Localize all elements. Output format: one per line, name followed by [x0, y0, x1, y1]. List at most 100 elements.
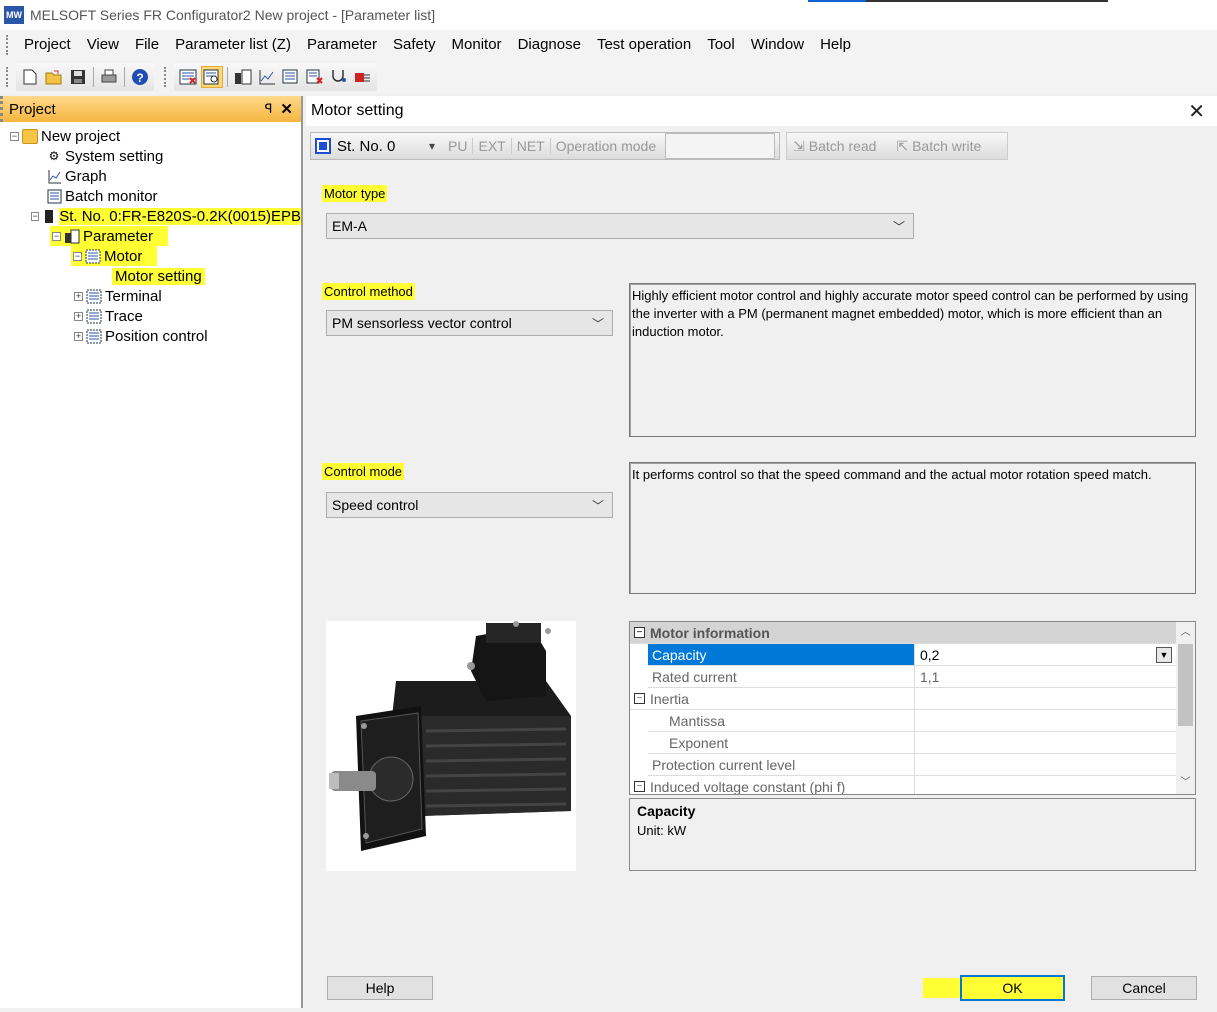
- parameter-folder-icon: [64, 229, 80, 244]
- tree-label: Terminal: [105, 287, 162, 305]
- chevron-down-icon[interactable]: ▾: [429, 139, 435, 153]
- mode-pu: PU: [443, 138, 474, 154]
- tree-node-graph[interactable]: Graph: [0, 166, 301, 186]
- save-icon[interactable]: [67, 66, 89, 88]
- project-tree: − New project ⚙ System setting Graph Bat…: [0, 122, 301, 346]
- collapse-icon[interactable]: −: [73, 251, 82, 261]
- grid-row-name: Mantissa: [669, 712, 726, 729]
- collapse-icon[interactable]: −: [10, 131, 19, 141]
- close-panel-icon[interactable]: ✕: [280, 100, 293, 118]
- graph-icon: [46, 169, 62, 184]
- collapse-icon[interactable]: −: [634, 693, 645, 704]
- gear-icon: ⚙: [48, 149, 60, 163]
- tree-label: New project: [41, 127, 121, 145]
- collapse-icon[interactable]: −: [31, 211, 40, 221]
- open-folder-icon[interactable]: [43, 66, 65, 88]
- new-file-icon[interactable]: [19, 66, 41, 88]
- menu-safety[interactable]: Safety: [385, 30, 444, 60]
- parameter-list-search-icon[interactable]: [201, 66, 223, 88]
- scroll-thumb[interactable]: [1178, 644, 1193, 726]
- batch-read-button[interactable]: ⇲ Batch read: [793, 138, 886, 155]
- control-method-label: Control method: [322, 283, 415, 300]
- tree-node-motor[interactable]: − Motor: [71, 246, 157, 266]
- mode-operation-label: Operation mode: [555, 138, 657, 154]
- menu-window[interactable]: Window: [743, 30, 812, 60]
- menu-test-operation[interactable]: Test operation: [589, 30, 699, 60]
- expand-icon[interactable]: +: [74, 311, 83, 321]
- toolbar-group-tools: [174, 63, 377, 91]
- station-checkbox-icon[interactable]: [315, 138, 331, 154]
- control-method-select[interactable]: PM sensorless vector control ﹀: [326, 310, 613, 336]
- ok-button[interactable]: OK: [960, 975, 1065, 1001]
- tree-label: Batch monitor: [65, 187, 158, 205]
- menu-project[interactable]: Project: [16, 30, 79, 60]
- tree-node-station[interactable]: − St. No. 0:FR-E820S-0.2K(0015)EPB: [0, 206, 301, 226]
- toolbar-grip-2[interactable]: [164, 67, 168, 87]
- tree-node-motor-setting[interactable]: Motor setting: [0, 266, 301, 286]
- scroll-up-icon[interactable]: ︿: [1176, 624, 1195, 642]
- app-icon: MW: [4, 6, 24, 24]
- station-selector[interactable]: St. No. 0 ▾ PU EXT NET Operation mode: [310, 132, 781, 160]
- print-icon[interactable]: [98, 66, 120, 88]
- toolbar-grip[interactable]: [6, 67, 10, 87]
- control-mode-value: Speed control: [332, 497, 419, 513]
- tree-node-position-control[interactable]: + Position control: [0, 326, 301, 346]
- tree-node-batch-monitor[interactable]: Batch monitor: [0, 186, 301, 206]
- menu-tool[interactable]: Tool: [699, 30, 743, 60]
- tree-node-trace[interactable]: + Trace: [0, 306, 301, 326]
- grid-row-inertia[interactable]: − Inertia: [630, 688, 1178, 710]
- project-panel-header: Project ꟼ ✕: [0, 96, 301, 122]
- grid-row-capacity[interactable]: Capacity 0,2 ▼: [630, 644, 1178, 666]
- menu-help[interactable]: Help: [812, 30, 859, 60]
- menu-parameter-list[interactable]: Parameter list (Z): [167, 30, 299, 60]
- batch-write-button[interactable]: ⇱ Batch write: [896, 138, 991, 155]
- collapse-icon[interactable]: −: [634, 781, 645, 792]
- batch-monitor-icon[interactable]: [280, 66, 302, 88]
- project-panel: Project ꟼ ✕ − New project ⚙ System setti…: [0, 96, 303, 1008]
- expand-icon[interactable]: +: [74, 291, 83, 301]
- menu-file[interactable]: File: [127, 30, 167, 60]
- grid-row-exponent[interactable]: Exponent: [630, 732, 1178, 754]
- test-operation-icon[interactable]: [328, 66, 350, 88]
- tree-node-parameter[interactable]: − Parameter: [50, 226, 168, 246]
- system-setting-icon[interactable]: [232, 66, 254, 88]
- grid-category-row[interactable]: − Motor information: [630, 622, 1178, 644]
- property-help-box: Capacity Unit: kW: [629, 798, 1196, 871]
- motor-image: [326, 621, 576, 871]
- motor-type-select[interactable]: EM-A ﹀: [326, 213, 914, 239]
- menu-grip[interactable]: [6, 35, 10, 55]
- control-method-value: PM sensorless vector control: [332, 315, 512, 331]
- mode-ext: EXT: [473, 138, 512, 154]
- tree-node-system-setting[interactable]: ⚙ System setting: [0, 146, 301, 166]
- dropdown-arrow-icon[interactable]: ▼: [1156, 647, 1172, 663]
- menu-monitor[interactable]: Monitor: [444, 30, 510, 60]
- close-icon[interactable]: ✕: [1188, 99, 1205, 124]
- grid-row-protection-current[interactable]: Protection current level: [630, 754, 1178, 776]
- menu-bar: Project View File Parameter list (Z) Par…: [0, 30, 1217, 60]
- grid-row-mantissa[interactable]: Mantissa: [630, 710, 1178, 732]
- menu-diagnose[interactable]: Diagnose: [510, 30, 589, 60]
- grid-row-rated-current[interactable]: Rated current 1,1: [630, 666, 1178, 688]
- menu-view[interactable]: View: [79, 30, 127, 60]
- tree-node-new-project[interactable]: − New project: [0, 126, 301, 146]
- menu-parameter[interactable]: Parameter: [299, 30, 385, 60]
- pin-icon[interactable]: ꟼ: [265, 101, 273, 117]
- collapse-icon[interactable]: −: [634, 627, 645, 638]
- help-button[interactable]: Help: [327, 976, 433, 1000]
- collapse-icon[interactable]: −: [52, 231, 61, 241]
- grid-row-induced-voltage[interactable]: − Induced voltage constant (phi f): [630, 776, 1178, 794]
- graph-icon[interactable]: [256, 66, 278, 88]
- tree-node-terminal[interactable]: + Terminal: [0, 286, 301, 306]
- diagnosis-icon[interactable]: [304, 66, 326, 88]
- grid-row-name: Inertia: [650, 690, 689, 707]
- scroll-down-icon[interactable]: ﹀: [1176, 774, 1195, 792]
- parameter-list-icon[interactable]: [177, 66, 199, 88]
- cancel-button[interactable]: Cancel: [1091, 976, 1197, 1000]
- control-mode-select[interactable]: Speed control ﹀: [326, 492, 613, 518]
- grid-scrollbar[interactable]: ︿ ﹀: [1176, 622, 1195, 794]
- list-icon: [86, 289, 102, 304]
- help-unit: Unit: kW: [637, 823, 687, 838]
- help-icon[interactable]: ?: [129, 66, 151, 88]
- expand-icon[interactable]: +: [74, 331, 83, 341]
- trace-icon[interactable]: [352, 66, 374, 88]
